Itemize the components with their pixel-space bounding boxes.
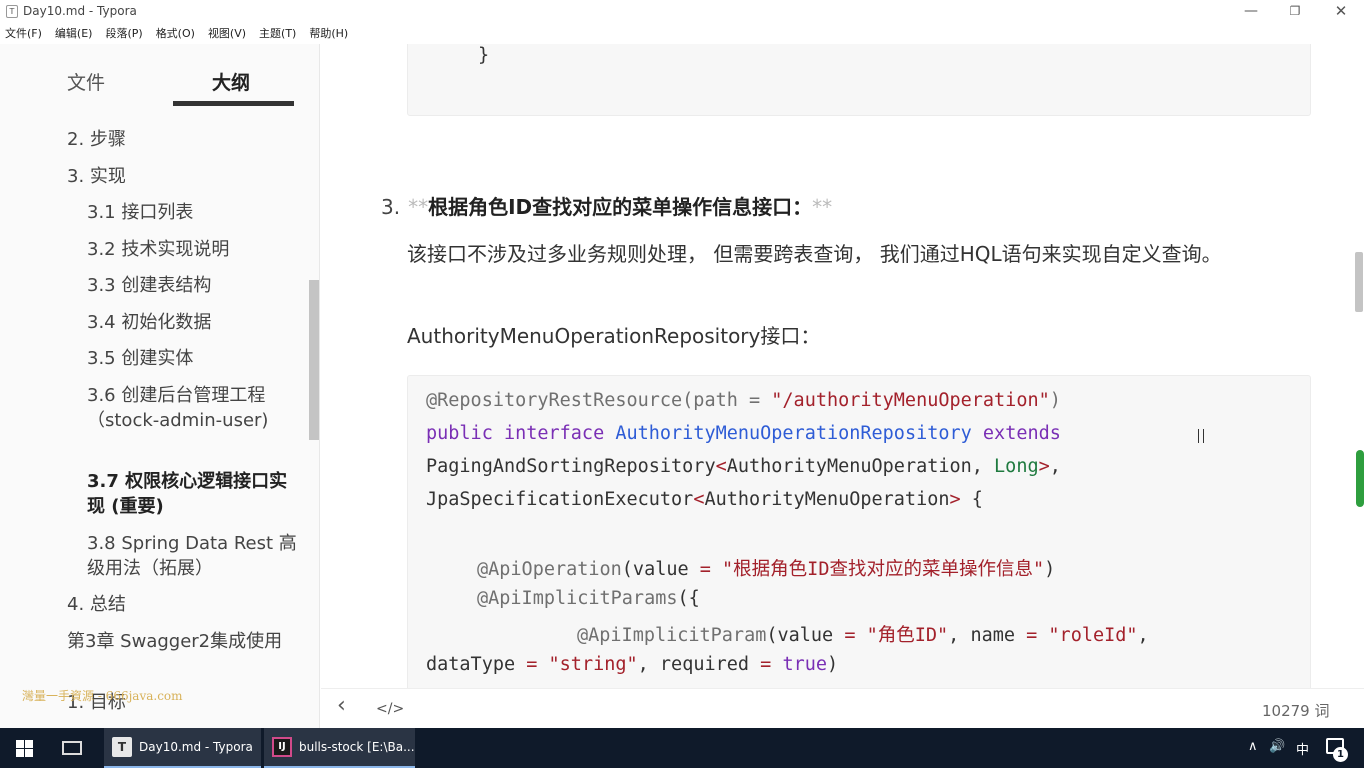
- bold-marker: **: [812, 195, 833, 219]
- window-title: Day10.md - Typora: [23, 4, 137, 18]
- tab-outline[interactable]: 大纲: [212, 68, 250, 95]
- code-line: @RepositoryRestResource(path = "/authori…: [426, 390, 1061, 411]
- toggle-sidebar-icon[interactable]: ‹: [337, 693, 346, 718]
- outline-item[interactable]: 2. 步骤: [67, 127, 297, 152]
- taskbar-label: bulls-stock [E:\Ba...: [299, 740, 415, 754]
- paragraph: 该接口不涉及过多业务规则处理， 但需要跨表查询， 我们通过HQL语句来实现自定义…: [407, 242, 1222, 266]
- code-block-repository[interactable]: @RepositoryRestResource(path = "/authori…: [407, 375, 1311, 688]
- outline-item[interactable]: 4. 总结: [67, 592, 297, 617]
- bold-marker: **: [408, 195, 429, 219]
- code-line: }: [478, 45, 490, 66]
- watermark: 灣量一手資源 - 666java.com: [22, 689, 183, 703]
- word-count[interactable]: 10279 词: [1262, 700, 1330, 721]
- tray-chevron-icon[interactable]: ∧: [1248, 739, 1258, 754]
- menu-theme[interactable]: 主题(T): [259, 24, 296, 44]
- menu-view[interactable]: 视图(V): [208, 24, 246, 44]
- taskbar-label: Day10.md - Typora: [139, 740, 253, 754]
- outline-item[interactable]: 3.6 创建后台管理工程（stock-admin-user): [87, 383, 297, 433]
- outline-item[interactable]: 3.1 接口列表: [87, 200, 297, 225]
- editor-scrollbar[interactable]: [1355, 252, 1363, 312]
- intellij-icon: IJ: [272, 737, 292, 757]
- ime-indicator[interactable]: 中: [1296, 739, 1309, 758]
- volume-icon[interactable]: 🔊: [1269, 739, 1285, 754]
- title-bar: T Day10.md - Typora — ❐ ✕: [0, 0, 1364, 24]
- notification-badge: 1: [1333, 747, 1348, 762]
- outline-item[interactable]: 3.5 创建实体: [87, 346, 297, 371]
- code-block-previous[interactable]: }: [407, 44, 1311, 116]
- status-bar: ‹ </> 10279 词: [321, 688, 1364, 728]
- overlay-scroll-handle[interactable]: [1356, 450, 1364, 507]
- text-cursor-icon: [1198, 429, 1204, 443]
- taskbar-typora[interactable]: T Day10.md - Typora: [104, 728, 261, 768]
- restore-button[interactable]: ❐: [1272, 0, 1318, 24]
- sidebar-scrollbar[interactable]: [309, 280, 319, 440]
- list-heading: 3. **根据角色ID查找对应的菜单操作信息接口：**: [381, 191, 832, 220]
- taskbar: T Day10.md - Typora IJ bulls-stock [E:\B…: [0, 728, 1364, 768]
- menu-file[interactable]: 文件(F): [5, 24, 42, 44]
- editor[interactable]: } 3. **根据角色ID查找对应的菜单操作信息接口：** 该接口不涉及过多业务规…: [321, 44, 1364, 688]
- windows-start-icon[interactable]: [16, 740, 33, 757]
- interface-label: AuthorityMenuOperationRepository接口：: [407, 324, 821, 348]
- taskbar-intellij[interactable]: IJ bulls-stock [E:\Ba...: [264, 728, 415, 768]
- menu-edit[interactable]: 编辑(E): [55, 24, 93, 44]
- close-button[interactable]: ✕: [1318, 0, 1364, 24]
- outline-item[interactable]: 3.2 技术实现说明: [87, 237, 297, 262]
- code-line: JpaSpecificationExecutor<AuthorityMenuOp…: [426, 489, 983, 510]
- outline-item[interactable]: 3.4 初始化数据: [87, 310, 297, 335]
- list-number: 3.: [381, 195, 401, 219]
- active-tab-indicator: [173, 101, 294, 106]
- typora-app-icon: T: [6, 5, 18, 18]
- source-code-mode-icon[interactable]: </>: [376, 701, 404, 717]
- menu-bar: 文件(F) 编辑(E) 段落(P) 格式(O) 视图(V) 主题(T) 帮助(H…: [0, 24, 1364, 44]
- code-line: @ApiImplicitParams({: [477, 588, 700, 609]
- menu-format[interactable]: 格式(O): [156, 24, 195, 44]
- menu-paragraph[interactable]: 段落(P): [105, 24, 142, 44]
- outline-item[interactable]: 第3章 Swagger2集成使用: [67, 629, 297, 654]
- code-line: @ApiOperation(value = "根据角色ID查找对应的菜单操作信息…: [477, 559, 1056, 580]
- outline-item[interactable]: 3. 实现: [67, 164, 297, 189]
- outline-item[interactable]: 3.3 创建表结构: [87, 273, 297, 298]
- code-line: PagingAndSortingRepository<AuthorityMenu…: [426, 456, 1061, 477]
- code-line: public interface AuthorityMenuOperationR…: [426, 423, 1061, 444]
- tab-files[interactable]: 文件: [67, 68, 105, 95]
- code-line: @ApiImplicitParam(value = "角色ID", name =…: [577, 625, 1149, 646]
- task-view-icon[interactable]: [62, 741, 82, 755]
- minimize-button[interactable]: —: [1228, 0, 1274, 24]
- typora-icon: T: [112, 737, 132, 757]
- outline-item-active[interactable]: 3.7 权限核心逻辑接口实现 (重要): [87, 469, 297, 519]
- sidebar: 文件 大纲 2. 步骤 3. 实现 3.1 接口列表 3.2 技术实现说明 3.…: [0, 44, 320, 728]
- heading-text: 根据角色ID查找对应的菜单操作信息接口：: [428, 195, 813, 219]
- menu-help[interactable]: 帮助(H): [309, 24, 348, 44]
- code-line: dataType = "string", required = true): [426, 654, 839, 675]
- outline-item[interactable]: 3.8 Spring Data Rest 高级用法（拓展）: [87, 531, 297, 581]
